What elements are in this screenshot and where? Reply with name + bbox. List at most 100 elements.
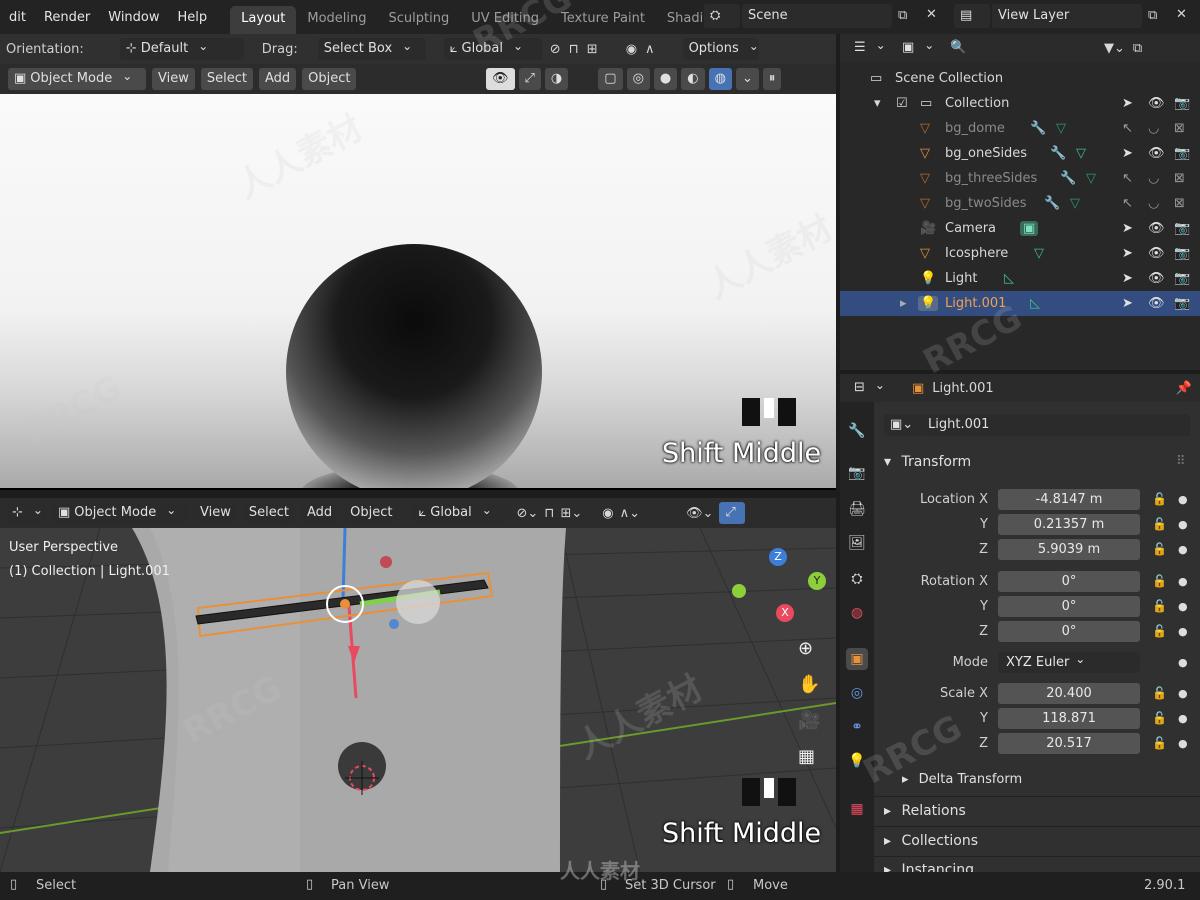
keyframe-dot-icon[interactable]: ●	[1178, 543, 1188, 556]
object-data-tab-icon[interactable]: 💡	[846, 750, 868, 772]
zoom-icon[interactable]: ⊕	[798, 638, 813, 659]
render-tab-icon[interactable]: 📷	[846, 462, 868, 484]
eye-closed-icon[interactable]: ◡	[1148, 196, 1159, 211]
select-toggle-icon[interactable]: ➤	[1122, 246, 1133, 261]
scale-z-field[interactable]: 20.517	[998, 732, 1140, 754]
render-disabled-icon[interactable]: ⊠	[1174, 196, 1185, 211]
select-menu-bottom[interactable]: Select	[242, 502, 295, 524]
collapse-arrow-icon[interactable]: ▾	[874, 96, 881, 111]
navigation-gizmo[interactable]: Z Y X	[724, 548, 828, 624]
options-dropdown[interactable]: Options	[682, 38, 759, 60]
pivot-icon[interactable]: ⊘	[550, 42, 561, 57]
pin-icon[interactable]: 📌	[1176, 381, 1192, 396]
object-tab-icon[interactable]: ▣	[846, 648, 868, 670]
pan-hand-icon[interactable]: ✋	[798, 674, 820, 695]
menu-window[interactable]: Window	[99, 10, 168, 25]
new-scene-icon[interactable]: ⧉	[898, 8, 907, 23]
collections-panel-header[interactable]: ▸ Collections	[884, 833, 978, 849]
view-layer-name-field[interactable]: View Layer	[992, 4, 1142, 28]
falloff-icon[interactable]: ∧	[645, 42, 655, 57]
eye-icon[interactable]: 👁	[1148, 221, 1165, 236]
output-tab-icon[interactable]: 🖨	[846, 498, 868, 520]
add-menu-bottom[interactable]: Add	[300, 502, 339, 524]
outliner-scene-collection[interactable]: ▭ Scene Collection	[840, 66, 1200, 91]
gizmo-x-axis[interactable]: X	[776, 604, 794, 622]
location-y-field[interactable]: 0.21357 m	[998, 513, 1140, 535]
falloff-icon-bottom[interactable]: ∧⌄	[620, 506, 640, 521]
overlay-toggle-icon[interactable]: ◑	[544, 68, 569, 90]
eye-closed-icon[interactable]: ◡	[1148, 121, 1159, 136]
keyframe-dot-icon[interactable]: ●	[1178, 625, 1188, 638]
select-toggle-icon[interactable]: ➤	[1122, 221, 1133, 236]
menu-help[interactable]: Help	[169, 10, 217, 25]
view-layer-tab-icon[interactable]: 🖼	[846, 532, 868, 554]
tab-layout[interactable]: Layout	[230, 6, 297, 34]
transform-orientation-bottom[interactable]: ⟀ Global	[412, 502, 511, 524]
eye-icon[interactable]: 👁	[1148, 146, 1165, 161]
select-toggle-icon[interactable]: ➤	[1122, 296, 1133, 311]
outliner-item-light[interactable]: 💡 Light ◺ ➤ 👁 📷	[840, 266, 1200, 291]
eye-icon[interactable]: 👁	[1148, 271, 1165, 286]
new-view-layer-icon[interactable]: ⧉	[1148, 8, 1157, 23]
object-browse-button[interactable]: ▣⌄	[884, 414, 922, 436]
keyframe-dot-icon[interactable]: ●	[1178, 600, 1188, 613]
keyframe-dot-icon[interactable]: ●	[1178, 712, 1188, 725]
drag-dropdown[interactable]: Select Box	[317, 38, 426, 60]
lock-icon[interactable]: 🔓	[1152, 736, 1167, 750]
tab-modeling[interactable]: Modeling	[296, 6, 377, 34]
render-camera-icon[interactable]: 📷	[1174, 271, 1190, 286]
outliner-item-bg-onesides[interactable]: ▽ bg_oneSides 🔧 ▽ ➤ 👁 📷	[840, 141, 1200, 166]
outliner-item-camera[interactable]: 🎥 Camera ▣ ➤ 👁 📷	[840, 216, 1200, 241]
snap-target-icon-bottom[interactable]: ⊞⌄	[560, 506, 582, 521]
tab-uv-editing[interactable]: UV Editing	[460, 6, 550, 34]
delete-view-layer-icon[interactable]: ✕	[1176, 7, 1187, 22]
lock-icon[interactable]: 🔓	[1152, 711, 1167, 725]
eye-closed-icon[interactable]: ◡	[1148, 171, 1159, 186]
camera-view-icon[interactable]: 🎥	[798, 710, 820, 731]
drag-handle-icon[interactable]: ⠿	[1176, 454, 1186, 469]
lock-icon[interactable]: 🔓	[1152, 542, 1167, 556]
keyframe-dot-icon[interactable]: ●	[1178, 687, 1188, 700]
viewport-bottom-3d[interactable]: User Perspective (1) Collection | Light.…	[0, 528, 836, 872]
lock-icon[interactable]: 🔓	[1152, 517, 1167, 531]
snap-target-icon[interactable]: ⊞	[587, 42, 598, 57]
outliner-item-bg-twosides[interactable]: ▽ bg_twoSides 🔧 ▽ ↖ ◡ ⊠	[840, 191, 1200, 216]
orientation-dropdown[interactable]: ⊹ Default	[119, 38, 244, 60]
object-menu-top[interactable]: Object	[302, 68, 357, 90]
delete-scene-icon[interactable]: ✕	[926, 7, 937, 22]
gizmo-neg-y-axis[interactable]	[732, 584, 746, 598]
outliner-item-bg-threesides[interactable]: ▽ bg_threeSides 🔧 ▽ ↖ ◡ ⊠	[840, 166, 1200, 191]
location-x-field[interactable]: -4.8147 m	[998, 488, 1140, 510]
tab-texture-paint[interactable]: Texture Paint	[550, 6, 656, 34]
pause-render-icon[interactable]: ⏸	[762, 68, 782, 90]
editor-type-button[interactable]: ⊹	[6, 502, 46, 524]
scale-x-field[interactable]: 20.400	[998, 682, 1140, 704]
outliner-search-input[interactable]: 🔍	[944, 37, 1076, 59]
select-toggle-icon[interactable]: ➤	[1122, 271, 1133, 286]
menu-edit[interactable]: dit	[0, 10, 35, 25]
ortho-toggle-icon[interactable]: ▦	[798, 746, 815, 767]
eye-icon[interactable]: 👁	[1148, 96, 1165, 111]
material-shading-icon[interactable]: ◐	[681, 68, 705, 90]
keyframe-dot-icon[interactable]: ●	[1178, 493, 1188, 506]
texture-tab-icon[interactable]: ▦	[846, 798, 868, 820]
add-menu-top[interactable]: Add	[258, 68, 297, 90]
display-mode-dropdown[interactable]: ▣	[896, 37, 936, 59]
select-toggle-icon[interactable]: ↖	[1122, 171, 1133, 186]
keyframe-dot-icon[interactable]: ●	[1178, 737, 1188, 750]
tab-sculpting[interactable]: Sculpting	[378, 6, 461, 34]
visibility-icon-bottom[interactable]: 👁⌄	[686, 506, 713, 521]
mode-dropdown-bottom[interactable]: ▣ Object Mode	[52, 502, 188, 524]
wireframe-shading-icon[interactable]: ◎	[626, 68, 650, 90]
proportional-icon-bottom[interactable]: ◉	[602, 506, 613, 521]
render-camera-icon[interactable]: 📷	[1174, 146, 1190, 161]
rotation-z-field[interactable]: 0°	[998, 620, 1140, 642]
scene-name-field[interactable]: Scene	[742, 4, 892, 28]
keyframe-dot-icon[interactable]: ●	[1178, 656, 1188, 669]
render-disabled-icon[interactable]: ⊠	[1174, 171, 1185, 186]
shading-options-icon[interactable]: ⌄	[735, 68, 759, 90]
object-menu-bottom[interactable]: Object	[344, 502, 399, 524]
solid-shading-icon[interactable]: ●	[653, 68, 678, 90]
snap-icon-bottom[interactable]: ⊓	[544, 506, 554, 521]
eye-icon[interactable]: 👁	[1148, 296, 1165, 311]
